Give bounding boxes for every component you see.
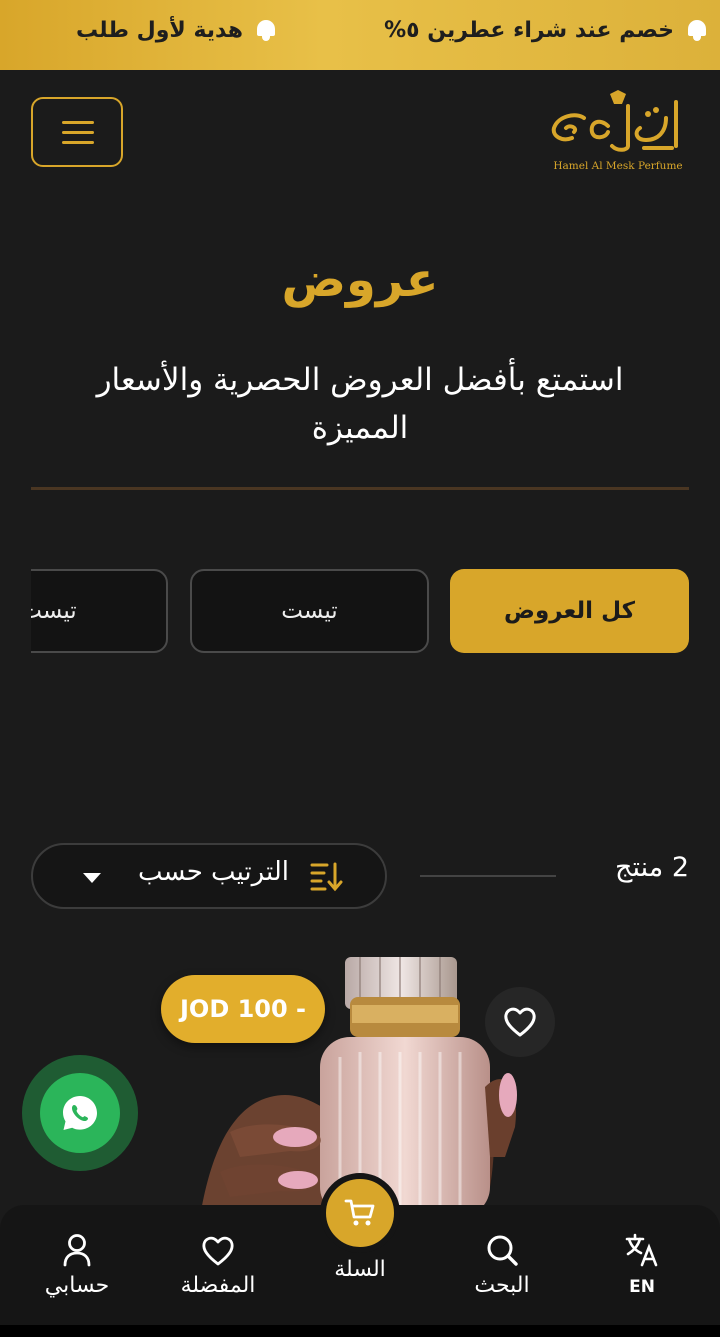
promo-item-discount: خصم عند شراء عطرين ٥% (384, 18, 708, 43)
category-chip-test[interactable]: تيست (190, 569, 429, 653)
nav-account[interactable]: حسابي (5, 1205, 149, 1315)
hamburger-icon (62, 121, 94, 124)
nav-favorites[interactable]: المفضلة (146, 1205, 290, 1315)
promo-discount-text: خصم عند شراء عطرين ٥% (384, 17, 674, 43)
site-header: Hamel Al Mesk Perfume (0, 70, 720, 200)
page-subtitle: استمتع بأفضل العروض الحصرية والأسعار الم… (96, 362, 624, 446)
bell-icon (255, 18, 277, 42)
heart-icon (504, 1007, 536, 1037)
product-count: 2 منتج (615, 852, 689, 883)
promo-bar: خصم عند شراء عطرين ٥% هدية لأول طلب (0, 0, 720, 70)
divider (31, 487, 689, 490)
nav-language-label: EN (629, 1277, 655, 1297)
search-icon (487, 1235, 518, 1266)
nav-language[interactable]: EN (570, 1205, 714, 1315)
chevron-down-icon (83, 873, 101, 883)
page-title: عروض (281, 252, 439, 308)
nav-search-label: البحث (474, 1273, 530, 1298)
category-chip-test-2[interactable]: تيست (31, 569, 168, 653)
nav-account-label: حسابي (44, 1273, 110, 1298)
brand-logo[interactable]: Hamel Al Mesk Perfume (548, 88, 688, 178)
sort-label: الترتيب حسب (137, 857, 289, 887)
cart-icon (344, 1199, 375, 1226)
sort-icon (310, 862, 343, 892)
nav-cart-label[interactable]: السلة (300, 1257, 420, 1282)
sort-dropdown[interactable]: الترتيب حسب (31, 843, 387, 909)
system-bar (0, 1325, 720, 1337)
translate-icon (625, 1233, 658, 1267)
heart-icon (202, 1236, 234, 1266)
count-divider (420, 875, 556, 877)
category-chip-all[interactable]: كل العروض (450, 569, 689, 653)
bell-icon (686, 18, 708, 42)
category-filter: كل العروض تيست تيست (31, 569, 689, 653)
logo-text: Hamel Al Mesk Perfume (553, 160, 683, 172)
bottom-navigation: EN البحث السلة المفضلة حسابي (0, 1173, 720, 1325)
nav-cart-button[interactable] (320, 1173, 400, 1253)
price-badge: JOD 100 - (161, 975, 325, 1043)
nav-favorites-label: المفضلة (180, 1273, 256, 1298)
favorite-button[interactable] (485, 987, 555, 1057)
whatsapp-icon (63, 1096, 97, 1130)
whatsapp-button[interactable] (22, 1055, 138, 1171)
promo-item-gift: هدية لأول طلب (76, 18, 277, 43)
nav-search[interactable]: البحث (430, 1205, 574, 1315)
user-icon (63, 1234, 91, 1267)
menu-button[interactable] (31, 97, 123, 167)
logo-mark (551, 90, 678, 152)
promo-gift-text: هدية لأول طلب (76, 17, 244, 43)
